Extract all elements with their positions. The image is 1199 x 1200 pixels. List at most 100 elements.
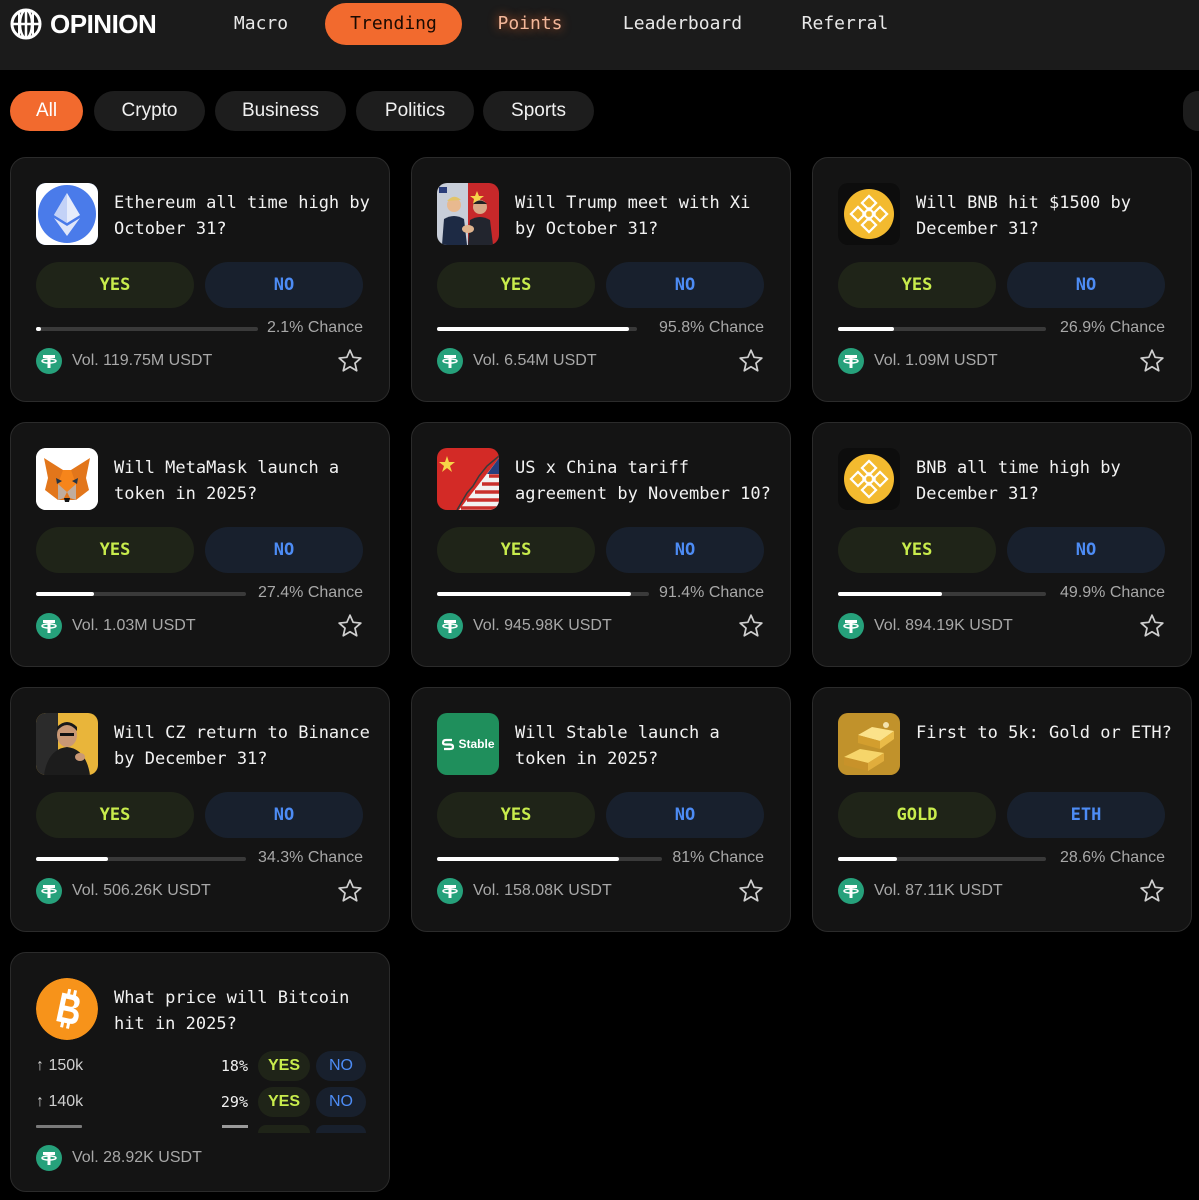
eth-button[interactable]: ETH bbox=[1007, 792, 1165, 838]
yes-button[interactable]: YES bbox=[838, 527, 996, 573]
star-icon[interactable] bbox=[337, 348, 363, 374]
market-card[interactable]: First to 5k: Gold or ETH? GOLD ETH 28.6%… bbox=[812, 687, 1192, 932]
brand-logo[interactable]: OPINION bbox=[10, 8, 157, 40]
market-card[interactable]: Will Trump meet with Xi by October 31? Y… bbox=[411, 157, 791, 402]
volume-text: Vol. 6.54M USDT bbox=[473, 352, 597, 369]
yes-button[interactable]: YES bbox=[36, 792, 194, 838]
market-title: Will MetaMask launch a token in 2025? bbox=[114, 458, 340, 504]
yes-button[interactable]: YES bbox=[437, 262, 595, 308]
chip-all[interactable]: All bbox=[10, 91, 83, 131]
nav-referral[interactable]: Referral bbox=[790, 3, 900, 45]
tether-icon bbox=[36, 1145, 62, 1171]
market-card[interactable]: Will MetaMask launch a token in 2025? YE… bbox=[10, 422, 390, 667]
star-icon[interactable] bbox=[337, 613, 363, 639]
brand-name: OPINION bbox=[50, 8, 157, 39]
tether-icon bbox=[437, 878, 463, 904]
chance-bar bbox=[36, 327, 258, 331]
nav-trending[interactable]: Trending bbox=[325, 3, 462, 45]
volume-text: Vol. 87.11K USDT bbox=[874, 882, 1003, 899]
no-button[interactable]: NO bbox=[606, 527, 764, 573]
volume-text: Vol. 28.92K USDT bbox=[72, 1149, 202, 1166]
tether-icon bbox=[36, 613, 62, 639]
yes-button[interactable]: YES bbox=[838, 262, 996, 308]
nav-leaderboard[interactable]: Leaderboard bbox=[610, 3, 755, 45]
yes-button[interactable]: YES bbox=[437, 527, 595, 573]
market-card[interactable]: Will CZ return to Binance by December 31… bbox=[10, 687, 390, 932]
bnb-icon bbox=[838, 183, 900, 245]
tether-icon bbox=[437, 613, 463, 639]
outcome-yes-button[interactable]: YES bbox=[258, 1051, 310, 1081]
stable-s-icon bbox=[442, 738, 455, 751]
yes-button[interactable]: YES bbox=[36, 527, 194, 573]
outcome-row-clipped bbox=[36, 1125, 366, 1133]
no-button[interactable]: NO bbox=[205, 527, 363, 573]
chance-bar-fill bbox=[36, 857, 109, 861]
no-button[interactable]: NO bbox=[1007, 262, 1165, 308]
market-card[interactable]: Will BNB hit $1500 by December 31? YES N… bbox=[812, 157, 1192, 402]
top-navigation-bar: OPINION Macro Trending Points Leaderboar… bbox=[0, 0, 1199, 70]
volume-text: Vol. 1.09M USDT bbox=[874, 352, 998, 369]
market-title: What price will Bitcoin hit in 2025? bbox=[114, 988, 350, 1034]
no-button[interactable]: NO bbox=[606, 262, 764, 308]
market-card[interactable]: BNB all time high by December 31? YES NO… bbox=[812, 422, 1192, 667]
us-china-flag-icon bbox=[437, 448, 499, 510]
chance-bar-fill bbox=[838, 592, 942, 596]
chance-bar bbox=[36, 592, 246, 596]
market-title: Will CZ return to Binance by December 31… bbox=[114, 723, 370, 769]
no-button[interactable]: NO bbox=[205, 262, 363, 308]
bitcoin-market-card[interactable]: What price will Bitcoin hit in 2025? ↑ 1… bbox=[10, 952, 390, 1192]
outcome-no-button[interactable]: NO bbox=[316, 1051, 366, 1081]
tether-icon bbox=[437, 348, 463, 374]
chip-sports[interactable]: Sports bbox=[483, 91, 594, 131]
volume-text: Vol. 119.75M USDT bbox=[72, 352, 213, 369]
star-icon[interactable] bbox=[337, 878, 363, 904]
market-title: US x China tariff agreement by November … bbox=[515, 458, 771, 504]
no-button[interactable]: NO bbox=[606, 792, 764, 838]
chip-business[interactable]: Business bbox=[215, 91, 346, 131]
nav-points[interactable]: Points bbox=[480, 3, 580, 45]
star-icon[interactable] bbox=[1139, 878, 1165, 904]
chance-bar bbox=[437, 857, 662, 861]
tether-icon bbox=[36, 348, 62, 374]
chance-text: 95.8% Chance bbox=[659, 319, 764, 336]
chance-text: 28.6% Chance bbox=[1060, 849, 1165, 866]
market-card[interactable]: Ethereum all time high by October 31? YE… bbox=[10, 157, 390, 402]
chance-text: 27.4% Chance bbox=[258, 584, 363, 601]
chip-crypto[interactable]: Crypto bbox=[94, 91, 205, 131]
chance-bar bbox=[838, 327, 1046, 331]
nav-macro[interactable]: Macro bbox=[216, 3, 306, 45]
chip-scroll-edge[interactable] bbox=[1183, 91, 1199, 131]
star-icon[interactable] bbox=[738, 878, 764, 904]
market-title: Will Trump meet with Xi by October 31? bbox=[515, 193, 751, 239]
tether-icon bbox=[838, 348, 864, 374]
volume-text: Vol. 158.08K USDT bbox=[473, 882, 612, 899]
stable-logo-text: Stable bbox=[458, 737, 495, 751]
metamask-fox-icon bbox=[36, 448, 98, 510]
yes-button[interactable]: YES bbox=[36, 262, 194, 308]
chance-bar-fill bbox=[437, 327, 629, 331]
star-icon[interactable] bbox=[1139, 613, 1165, 639]
outcome-row: ↑ 150k 18% YES NO bbox=[36, 1051, 366, 1081]
market-title: Ethereum all time high by October 31? bbox=[114, 193, 370, 239]
gold-button[interactable]: GOLD bbox=[838, 792, 996, 838]
star-icon[interactable] bbox=[738, 348, 764, 374]
market-card[interactable]: Stable Will Stable launch a token in 202… bbox=[411, 687, 791, 932]
no-button[interactable]: NO bbox=[1007, 527, 1165, 573]
market-card[interactable]: US x China tariff agreement by November … bbox=[411, 422, 791, 667]
yes-button[interactable]: YES bbox=[437, 792, 595, 838]
star-icon[interactable] bbox=[738, 613, 764, 639]
market-title: Will Stable launch a token in 2025? bbox=[515, 723, 720, 769]
volume-text: Vol. 894.19K USDT bbox=[874, 617, 1013, 634]
chance-bar-fill bbox=[437, 592, 631, 596]
trump-xi-photo bbox=[437, 183, 499, 245]
outcome-no-button[interactable]: NO bbox=[316, 1087, 366, 1117]
market-title: Will BNB hit $1500 by December 31? bbox=[916, 193, 1131, 239]
outcome-yes-button[interactable]: YES bbox=[258, 1087, 310, 1117]
chip-politics[interactable]: Politics bbox=[356, 91, 474, 131]
chance-text: 34.3% Chance bbox=[258, 849, 363, 866]
star-icon[interactable] bbox=[1139, 348, 1165, 374]
outcome-percent: 18% bbox=[220, 1057, 248, 1075]
no-button[interactable]: NO bbox=[205, 792, 363, 838]
outcome-label: ↑ 150k bbox=[36, 1057, 84, 1074]
chance-bar bbox=[838, 592, 1046, 596]
